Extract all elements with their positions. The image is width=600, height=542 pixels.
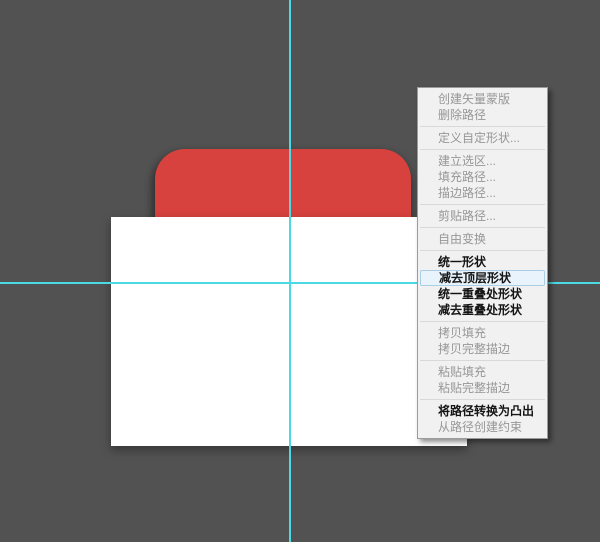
menu-separator	[420, 227, 545, 228]
menu-item-subtract-shapes-at-overlap[interactable]: 减去重叠处形状	[418, 302, 547, 318]
menu-item-stroke-path[interactable]: 描边路径...	[418, 185, 547, 201]
menu-item-unite-shapes-at-overlap[interactable]: 统一重叠处形状	[418, 286, 547, 302]
menu-separator	[420, 126, 545, 127]
menu-separator	[420, 360, 545, 361]
menu-separator	[420, 399, 545, 400]
path-context-menu: 创建矢量蒙版删除路径定义自定形状... 建立选区...填充路径...描边路径...…	[417, 87, 548, 439]
vertical-guide-line[interactable]	[289, 0, 291, 542]
menu-item-create-constraint-from-path[interactable]: 从路径创建约束	[418, 419, 547, 435]
menu-item-copy-fill[interactable]: 拷贝填充	[418, 325, 547, 341]
menu-item-copy-full-stroke[interactable]: 拷贝完整描边	[418, 341, 547, 357]
canvas: 创建矢量蒙版删除路径定义自定形状... 建立选区...填充路径...描边路径...…	[0, 0, 600, 542]
menu-item-create-vector-mask[interactable]: 创建矢量蒙版	[418, 91, 547, 107]
menu-item-clipping-path[interactable]: 剪贴路径...	[418, 208, 547, 224]
menu-item-make-selection[interactable]: 建立选区...	[418, 153, 547, 169]
menu-item-paste-full-stroke[interactable]: 粘贴完整描边	[418, 380, 547, 396]
menu-separator	[420, 204, 545, 205]
menu-item-fill-path[interactable]: 填充路径...	[418, 169, 547, 185]
menu-item-convert-path-to-extrusion[interactable]: 将路径转换为凸出	[418, 403, 547, 419]
menu-item-free-transform[interactable]: 自由变换	[418, 231, 547, 247]
menu-item-delete-path[interactable]: 删除路径	[418, 107, 547, 123]
menu-item-subtract-front-shape[interactable]: 减去顶层形状	[420, 270, 545, 286]
menu-separator	[420, 149, 545, 150]
menu-item-unite-shape[interactable]: 统一形状	[418, 254, 547, 270]
menu-item-define-custom-shape[interactable]: 定义自定形状...	[418, 130, 547, 146]
menu-item-paste-fill[interactable]: 粘贴填充	[418, 364, 547, 380]
menu-separator	[420, 321, 545, 322]
menu-separator	[420, 250, 545, 251]
